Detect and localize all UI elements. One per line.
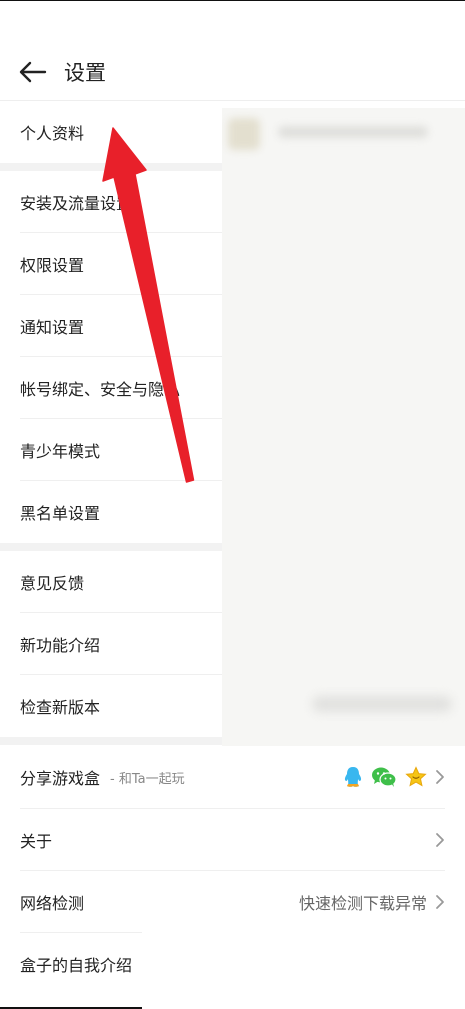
wechat-icon[interactable] <box>371 766 397 788</box>
menu-item-label: 新功能介绍 <box>20 636 101 655</box>
menu-item-label: 关于 <box>20 832 53 851</box>
qq-icon[interactable] <box>343 766 363 788</box>
menu-item-permission[interactable]: 权限设置 <box>0 233 222 295</box>
section-gap <box>0 163 222 171</box>
menu-item-blacklist[interactable]: 黑名单设置 <box>0 481 222 543</box>
star-icon[interactable] <box>405 766 427 788</box>
menu-item-network-check[interactable]: 网络检测 快速检测下载异常 <box>0 871 465 933</box>
menu-item-profile[interactable]: 个人资料 <box>0 101 222 163</box>
status-divider <box>0 0 465 1</box>
network-right: 快速检测下载异常 <box>299 871 445 933</box>
menu-item-value: 快速检测下载异常 <box>298 894 427 913</box>
menu-item-label: 分享游戏盒 <box>20 769 101 788</box>
chevron-right-icon <box>435 832 445 848</box>
menu-item-label: 权限设置 <box>20 256 85 275</box>
blurred-avatar <box>228 118 260 150</box>
blurred-text <box>312 696 452 712</box>
menu-item-label: 盒子的自我介绍 <box>20 956 133 975</box>
menu-item-new-features[interactable]: 新功能介绍 <box>0 613 222 675</box>
menu-item-notification[interactable]: 通知设置 <box>0 295 222 357</box>
menu-item-about[interactable]: 关于 <box>0 809 465 871</box>
menu-item-label: 帐号绑定、安全与隐私 <box>20 380 181 399</box>
about-right <box>435 809 445 871</box>
menu-item-feedback[interactable]: 意见反馈 <box>0 551 222 613</box>
menu-item-subtitle: - 和Ta一起玩 <box>110 771 185 787</box>
header-bar: 设置 <box>0 44 465 100</box>
menu-item-box-intro[interactable]: 盒子的自我介绍 <box>0 933 222 995</box>
blurred-preview-panel <box>222 108 465 751</box>
menu-item-label: 网络检测 <box>20 894 85 913</box>
section-gap <box>0 737 222 745</box>
menu-item-share[interactable]: 分享游戏盒 - 和Ta一起玩 <box>0 746 465 808</box>
menu-item-youth-mode[interactable]: 青少年模式 <box>0 419 222 481</box>
menu-item-label: 意见反馈 <box>20 574 85 593</box>
arrow-left-icon[interactable] <box>18 57 48 87</box>
chevron-right-icon <box>435 769 445 785</box>
menu-item-install-traffic[interactable]: 安装及流量设置 <box>0 171 222 233</box>
menu-item-label: 安装及流量设置 <box>20 194 133 213</box>
menu-item-label: 通知设置 <box>20 318 85 337</box>
menu-item-label: 个人资料 <box>20 124 85 143</box>
page-title: 设置 <box>64 61 106 85</box>
menu-item-label: 青少年模式 <box>20 442 101 461</box>
share-icons <box>343 746 445 808</box>
section-gap <box>0 543 222 551</box>
menu-item-label: 黑名单设置 <box>20 504 101 523</box>
menu-item-account-security[interactable]: 帐号绑定、安全与隐私 <box>0 357 222 419</box>
chevron-right-icon <box>435 894 445 910</box>
blurred-text <box>278 126 428 138</box>
menu-item-label: 检查新版本 <box>20 698 101 717</box>
menu-item-check-update[interactable]: 检查新版本 <box>0 675 222 737</box>
